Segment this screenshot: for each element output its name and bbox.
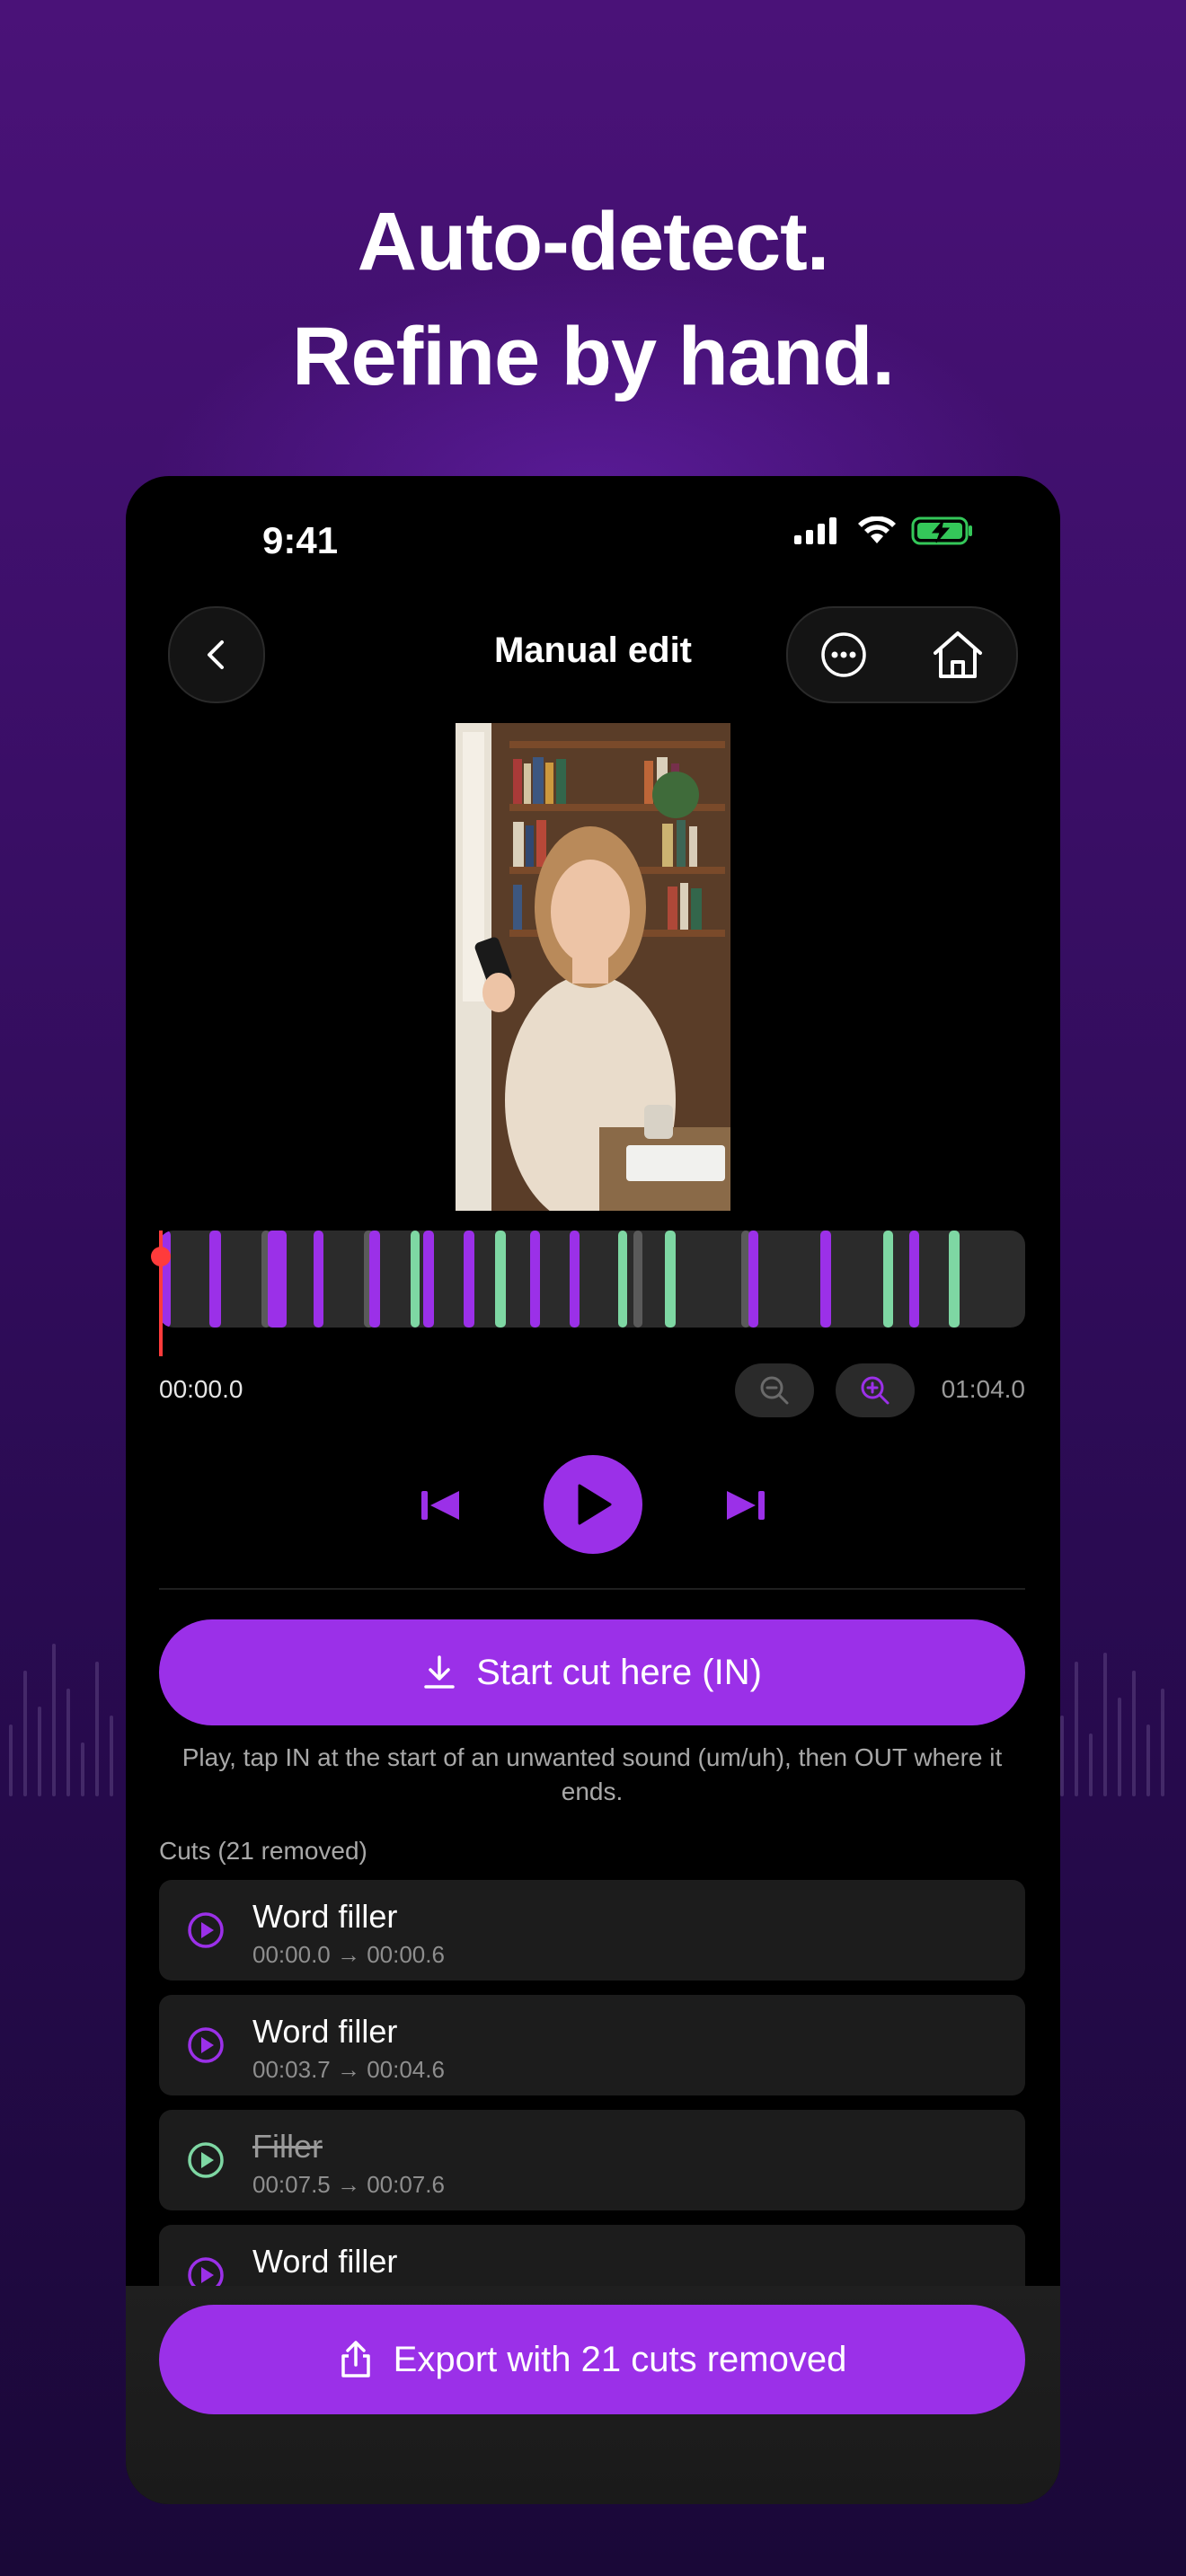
share-icon — [341, 2341, 370, 2378]
more-button[interactable] — [819, 631, 868, 679]
current-time: 00:00.0 — [159, 1375, 243, 1403]
cut-range: 00:03.7 → 00:04.6 — [252, 2056, 445, 2083]
timeline-cut-marker[interactable] — [949, 1231, 960, 1328]
timeline-cut-marker[interactable] — [569, 1231, 580, 1328]
skip-forward-icon — [727, 1491, 765, 1520]
battery-charging-icon — [911, 516, 972, 545]
skip-back-button[interactable] — [415, 1480, 465, 1531]
download-icon — [424, 1655, 455, 1689]
play-button[interactable] — [544, 1455, 642, 1554]
zoom-in-icon — [861, 1376, 890, 1405]
headline-line-1: Auto-detect. — [357, 196, 830, 287]
timeline-cut-marker[interactable] — [908, 1231, 920, 1328]
cut-title: Word filler — [252, 2243, 398, 2280]
playback-controls — [126, 1455, 1060, 1554]
zoom-out-icon — [760, 1376, 789, 1405]
zoom-in-button[interactable] — [836, 1363, 915, 1417]
start-cut-in-button[interactable]: Start cut here (IN) — [159, 1619, 1025, 1725]
total-time: 01:04.0 — [941, 1375, 1025, 1403]
home-button[interactable] — [930, 630, 986, 680]
cut-title: Word filler — [252, 1898, 398, 1935]
zoom-out-button[interactable] — [735, 1363, 814, 1417]
play-circle-icon[interactable] — [186, 2025, 226, 2065]
cut-title: Filler — [252, 2128, 323, 2165]
edit-timeline[interactable] — [159, 1231, 1025, 1328]
instruction-hint: Play, tap IN at the start of an unwanted… — [181, 1743, 1003, 1805]
timeline-cut-marker[interactable] — [267, 1231, 287, 1328]
start-cut-in-label: Start cut here (IN) — [476, 1652, 762, 1692]
cut-range: 00:07.5 → 00:07.6 — [252, 2171, 445, 2198]
timeline-cut-marker[interactable] — [495, 1231, 506, 1328]
skip-forward-button[interactable] — [721, 1480, 771, 1531]
cut-list-item[interactable]: Word filler 00:00.0 → 00:00.6 — [159, 1880, 1025, 1981]
timeline-cut-marker[interactable] — [633, 1231, 643, 1328]
export-button[interactable]: Export with 21 cuts removed — [159, 2305, 1025, 2414]
timeline-cut-marker[interactable] — [369, 1231, 380, 1328]
cut-range: 00:00.0 → 00:00.6 — [252, 1941, 445, 1968]
export-label: Export with 21 cuts removed — [393, 2339, 847, 2379]
timeline-cut-marker[interactable] — [748, 1231, 759, 1328]
timeline-cut-marker[interactable] — [208, 1231, 222, 1328]
wifi-icon — [858, 516, 896, 543]
cuts-count-label: Cuts (21 removed) — [159, 1837, 367, 1865]
status-icons — [794, 516, 974, 546]
timeline-cut-marker[interactable] — [529, 1231, 541, 1328]
video-preview[interactable] — [456, 723, 730, 1211]
video-frame-illustration — [456, 723, 730, 1211]
signal-icon — [794, 517, 836, 544]
play-circle-icon[interactable] — [186, 1910, 226, 1950]
timeline-cut-marker[interactable] — [820, 1231, 832, 1328]
marketing-headline: Auto-detect. Refine by hand. — [0, 184, 1186, 414]
headline-line-2: Refine by hand. — [292, 311, 895, 402]
timeline-cut-marker[interactable] — [423, 1231, 434, 1328]
nav-actions-pill — [786, 606, 1018, 703]
cut-list-item[interactable]: Filler 00:07.5 → 00:07.6 — [159, 2110, 1025, 2210]
divider — [159, 1588, 1025, 1590]
cut-title: Word filler — [252, 2013, 398, 2050]
timeline-cut-marker[interactable] — [410, 1231, 420, 1328]
timeline-cut-marker[interactable] — [464, 1231, 474, 1328]
timeline-cut-marker[interactable] — [313, 1231, 324, 1328]
timeline-cut-marker[interactable] — [664, 1231, 676, 1328]
phone-screen: 9:41 Manual edit 00:00.0 01:04.0 Start c… — [126, 476, 1060, 2504]
waveform-decoration-right — [1051, 1626, 1186, 1796]
play-icon — [578, 1484, 612, 1525]
skip-back-icon — [421, 1491, 459, 1520]
timeline-cut-marker[interactable] — [617, 1231, 627, 1328]
timeline-cut-marker[interactable] — [882, 1231, 894, 1328]
cut-list-item[interactable]: Word filler 00:03.7 → 00:04.6 — [159, 1995, 1025, 2095]
play-circle-icon[interactable] — [186, 2140, 226, 2180]
waveform-decoration-left — [0, 1626, 135, 1796]
playhead-handle[interactable] — [151, 1247, 171, 1266]
status-time: 9:41 — [262, 519, 339, 561]
